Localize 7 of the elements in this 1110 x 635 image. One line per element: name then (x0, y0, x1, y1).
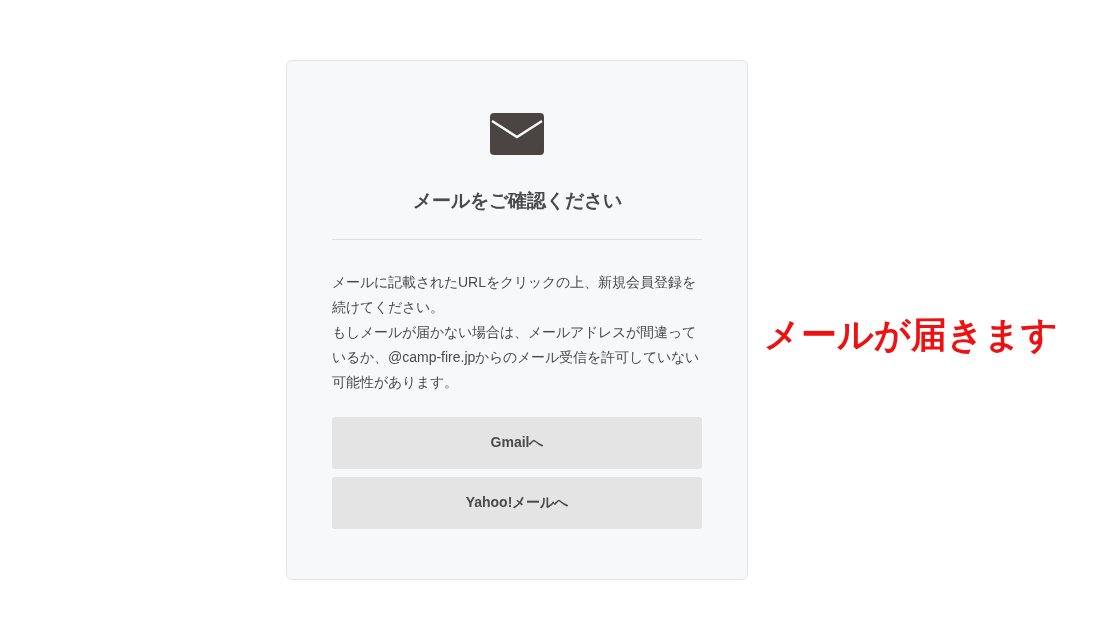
message-text: もしメールが届かない場合は、メールアドレスが間違っているか、@camp-fire.jpからのメール受信を許可していない可能性があります。 (332, 323, 701, 392)
envelope-icon (490, 113, 544, 155)
annotation-text: メールが届きます (764, 314, 1058, 356)
page-title: メールをご確認ください (411, 189, 623, 213)
mail-link-button[interactable]: Yahoo!メールへ (332, 477, 702, 529)
message-text: メールに記載されたURLをクリックの上、新規会員登録を続けてください。 (332, 273, 697, 317)
mail-link-button[interactable]: Gmailへ (332, 417, 702, 469)
